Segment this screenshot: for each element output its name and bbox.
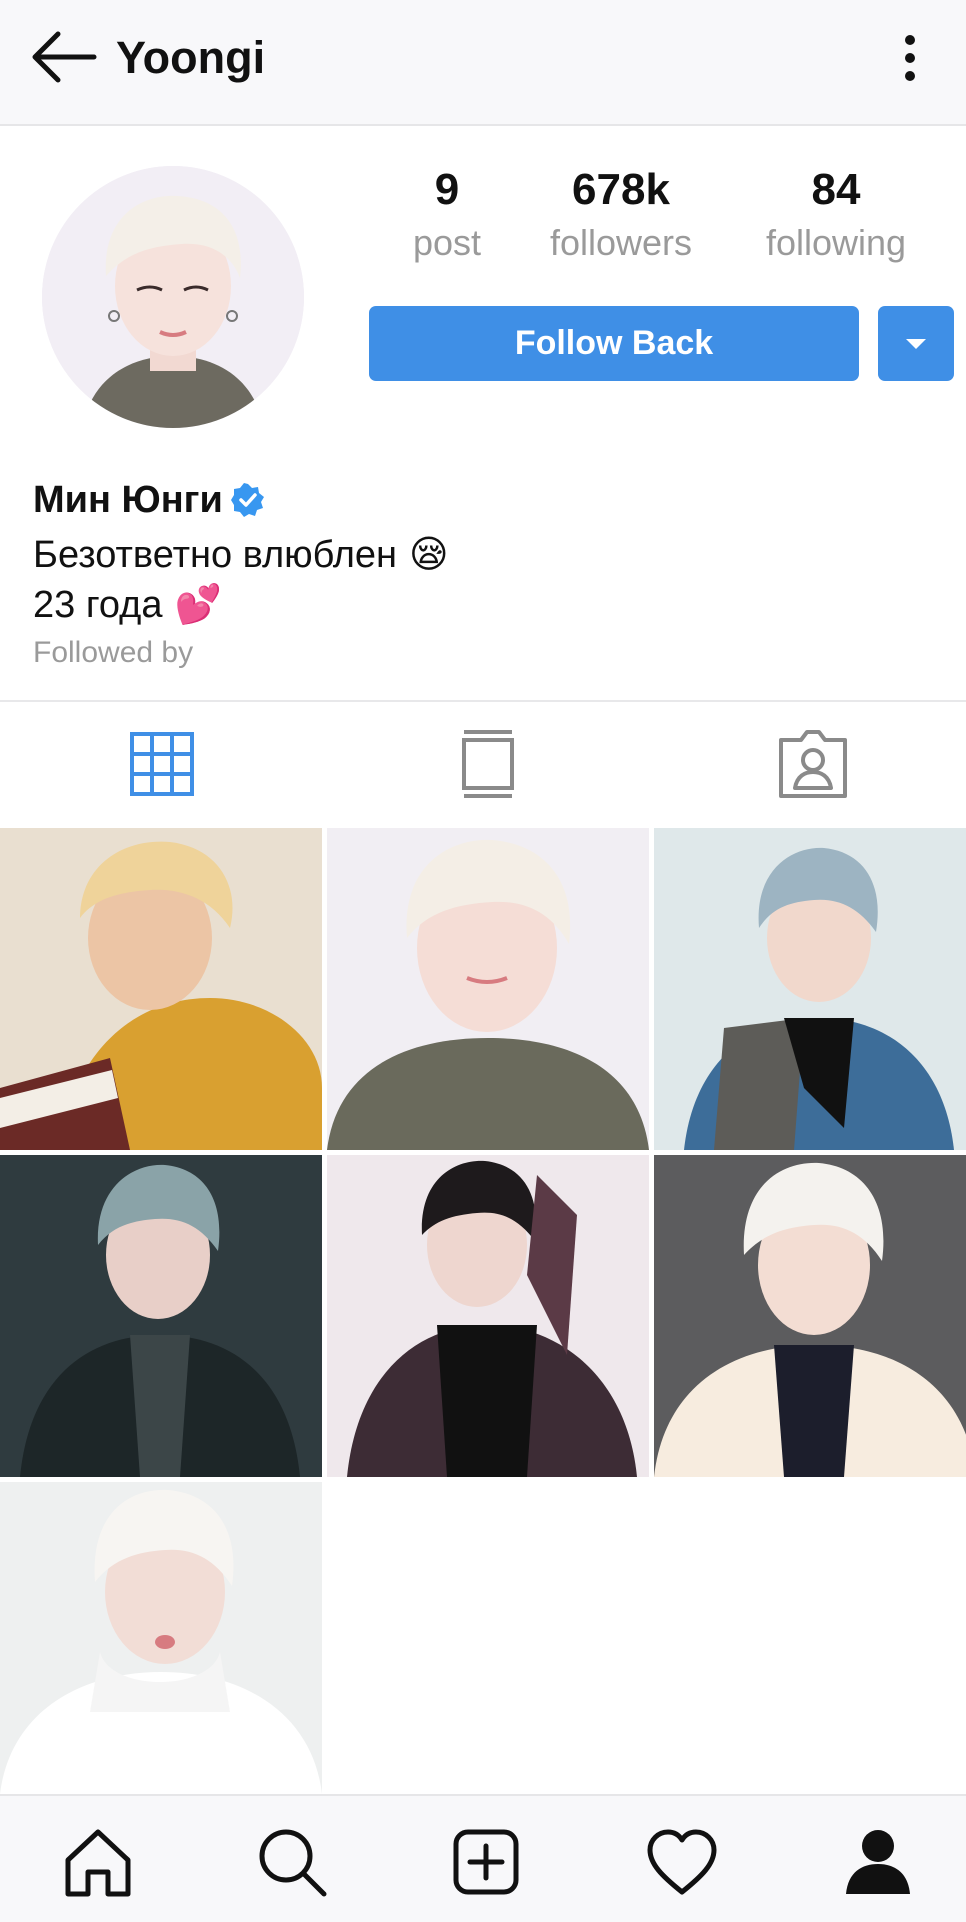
post-thumbnail[interactable]	[654, 828, 966, 1150]
heart-icon	[647, 1829, 717, 1895]
followed-by-text[interactable]: Followed by	[33, 632, 193, 674]
followers-count[interactable]: 678k followers	[528, 162, 714, 268]
bio-line-1-text: Безответно влюблен	[33, 534, 397, 576]
post-thumbnail[interactable]	[654, 1155, 966, 1477]
profile-avatar[interactable]	[42, 166, 304, 428]
tagged-person-icon	[779, 730, 847, 798]
posts-count-label: post	[412, 222, 482, 263]
following-count-label: following	[765, 222, 907, 263]
tab-feed-view[interactable]	[448, 724, 528, 804]
following-count[interactable]: 84 following	[744, 162, 928, 268]
post-thumbnail[interactable]	[0, 1482, 322, 1794]
sleepy-face-emoji: 😪	[409, 534, 449, 576]
nav-activity-button[interactable]	[642, 1822, 722, 1902]
nav-search-button[interactable]	[252, 1822, 332, 1902]
post-thumbnail[interactable]	[0, 828, 322, 1150]
nav-profile-button[interactable]	[838, 1822, 918, 1902]
bio-line-1: Безответно влюблен 😪	[33, 530, 449, 580]
tab-grid-view[interactable]	[122, 724, 202, 804]
two-hearts-emoji: 💕	[174, 584, 222, 626]
bio-line-2: 23 года 💕	[33, 580, 222, 630]
feed-icon	[462, 730, 514, 798]
bio-line-2-text: 23 года	[33, 584, 163, 626]
post-thumbnail[interactable]	[0, 1155, 322, 1477]
follow-back-button[interactable]: Follow Back	[369, 306, 859, 381]
home-icon	[65, 1829, 131, 1897]
verified-badge-icon	[230, 483, 264, 517]
more-options-button[interactable]	[888, 30, 932, 86]
chevron-down-icon	[906, 339, 926, 349]
profile-username-title: Yoongi	[116, 32, 266, 83]
posts-count-value: 9	[434, 165, 460, 214]
posts-count[interactable]: 9 post	[392, 162, 502, 268]
followers-count-label: followers	[549, 222, 693, 263]
following-count-value: 84	[811, 165, 861, 214]
post-thumbnail[interactable]	[327, 828, 649, 1150]
bottom-navigation-bar	[0, 1794, 966, 1922]
tab-tagged-view[interactable]	[773, 724, 853, 804]
nav-home-button[interactable]	[58, 1822, 138, 1902]
profile-icon	[846, 1830, 910, 1894]
nav-new-post-button[interactable]	[446, 1822, 526, 1902]
profile-full-name: Мин Юнги	[33, 479, 223, 521]
back-button[interactable]	[28, 24, 100, 90]
arrow-left-icon	[32, 31, 97, 83]
profile-name-row: Мин Юнги	[33, 476, 265, 524]
add-post-icon	[453, 1829, 519, 1895]
top-app-bar: Yoongi	[0, 0, 966, 126]
followers-count-value: 678k	[572, 165, 670, 214]
section-divider	[0, 700, 966, 702]
grid-icon	[130, 732, 194, 796]
suggestions-dropdown-button[interactable]	[878, 306, 954, 381]
post-thumbnail[interactable]	[327, 1155, 649, 1477]
search-icon	[259, 1829, 327, 1897]
more-vertical-icon	[905, 35, 915, 81]
